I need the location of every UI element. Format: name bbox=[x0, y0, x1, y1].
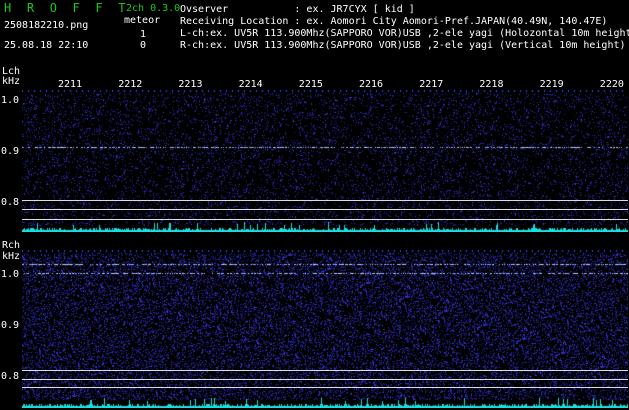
meteor-label: meteor bbox=[124, 15, 161, 26]
file-name: 2508182210.png bbox=[4, 20, 89, 31]
time-tick-label: 2217 bbox=[419, 79, 444, 90]
time-tick-label: 2218 bbox=[479, 79, 504, 90]
meteor-count-rch: 0 bbox=[140, 40, 147, 51]
observer-line: Ovserver : ex. JR7CYX [ kid ] bbox=[180, 4, 415, 15]
app-logo: H R O F F T bbox=[4, 1, 130, 15]
time-tick-label: 2214 bbox=[238, 79, 263, 90]
time-tick-label: 2213 bbox=[178, 79, 203, 90]
lch-info-line: L-ch:ex. UV5R 113.900Mhz(SAPPORO VOR)USB… bbox=[180, 28, 629, 39]
freq-tick-label: 0.8 bbox=[1, 197, 20, 208]
rch-spectrogram bbox=[22, 250, 628, 408]
lch-guide-line bbox=[22, 219, 628, 220]
lch-unit-label: kHz bbox=[2, 76, 21, 87]
freq-tick-label: 1.0 bbox=[1, 95, 20, 106]
time-tick-label: 2215 bbox=[298, 79, 323, 90]
rch-guide-line bbox=[22, 370, 628, 371]
freq-tick-label: 0.9 bbox=[1, 146, 20, 157]
lch-waterfall bbox=[22, 90, 628, 232]
freq-tick-label: 1.0 bbox=[1, 269, 20, 280]
lch-spectrogram bbox=[22, 90, 628, 232]
freq-tick-label: 0.9 bbox=[1, 320, 20, 331]
rch-info-line: R-ch:ex. UV5R 113.900Mhz(SAPPORO VOR)USB… bbox=[180, 40, 626, 51]
time-tick-label: 2219 bbox=[539, 79, 564, 90]
lch-guide-line bbox=[22, 209, 628, 210]
time-tick-label: 2212 bbox=[118, 79, 143, 90]
lch-guide-line bbox=[22, 200, 628, 201]
rch-guide-line bbox=[22, 379, 628, 380]
location-line: Receiving Location : ex. Aomori City Aom… bbox=[180, 16, 608, 27]
time-tick-label: 2220 bbox=[599, 79, 624, 90]
record-datetime: 25.08.18 22:10 bbox=[4, 40, 89, 51]
freq-tick-label: 0.8 bbox=[1, 371, 20, 382]
rch-waterfall bbox=[22, 250, 628, 408]
time-tick-label: 2211 bbox=[58, 79, 83, 90]
rch-unit-label: kHz bbox=[2, 251, 21, 262]
time-tick-label: 2216 bbox=[359, 79, 384, 90]
rch-guide-line bbox=[22, 387, 628, 388]
version-label: 2ch 0.3.0 bbox=[126, 3, 181, 14]
